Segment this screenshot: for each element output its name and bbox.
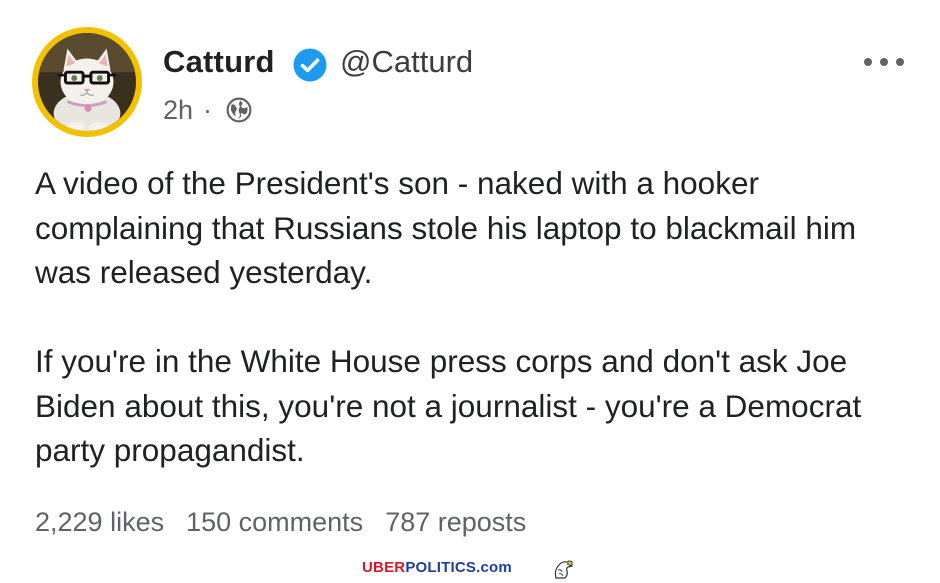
engagement-stats: 2,229 likes 150 comments 787 reposts — [35, 504, 526, 540]
post-text: A video of the President's son - naked w… — [35, 161, 915, 473]
more-dots-icon[interactable] — [862, 52, 906, 72]
verified-check-icon — [293, 48, 327, 82]
meta-separator: · — [203, 95, 212, 125]
watermark: UBERPOLITICS.com — [362, 558, 512, 578]
watermark-part-com: .com — [476, 559, 512, 576]
watermark-part-uber: UBER — [362, 559, 406, 576]
post-time[interactable]: 2h — [163, 93, 193, 127]
post-paragraph: A video of the President's son - naked w… — [35, 165, 857, 290]
comments-count[interactable]: 150 comments — [186, 507, 363, 537]
watermark-part-politics: POLITICS — [405, 559, 477, 576]
post-paragraph: If you're in the White House press corps… — [35, 343, 862, 468]
author-name[interactable]: Catturd — [163, 44, 275, 80]
reposts-count[interactable]: 787 reposts — [385, 507, 526, 537]
author-handle[interactable]: @Catturd — [340, 44, 473, 80]
globe-icon — [226, 97, 252, 123]
cat-avatar-image — [38, 33, 136, 131]
avatar[interactable] — [32, 27, 142, 137]
eagle-icon — [554, 560, 573, 579]
likes-count[interactable]: 2,229 likes — [35, 507, 164, 537]
